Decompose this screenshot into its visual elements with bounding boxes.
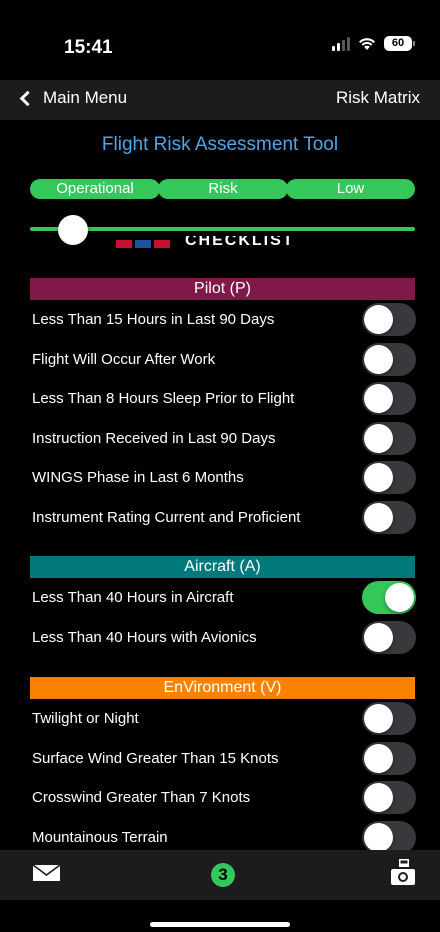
toggle-knob bbox=[364, 423, 393, 453]
toggle-switch[interactable] bbox=[362, 820, 416, 850]
toggle-row: Twilight or Night bbox=[0, 700, 440, 738]
camera-icon[interactable] bbox=[389, 857, 417, 887]
toggle-row-label: Less Than 8 Hours Sleep Prior to Flight bbox=[32, 390, 295, 407]
section-header: Pilot (P) bbox=[30, 278, 415, 300]
home-area bbox=[0, 900, 440, 932]
toggle-knob bbox=[364, 344, 393, 374]
slider-thumb[interactable] bbox=[58, 215, 88, 245]
toggle-row-label: Flight Will Occur After Work bbox=[32, 350, 216, 368]
toggle-knob bbox=[385, 583, 414, 612]
toggle-switch[interactable] bbox=[362, 702, 416, 735]
toggle-row: Surface Wind Greater Than 15 Knots bbox=[0, 740, 440, 778]
toggle-switch[interactable] bbox=[362, 421, 416, 455]
risk-label-level: Low bbox=[286, 179, 415, 199]
back-button[interactable]: Main Menu bbox=[19, 88, 128, 108]
risk-matrix-button[interactable]: Risk Matrix bbox=[336, 88, 420, 108]
status-icons: 60 bbox=[332, 36, 415, 51]
section-header: Aircraft (A) bbox=[30, 556, 415, 578]
toggle-switch[interactable] bbox=[362, 781, 416, 814]
toggle-knob bbox=[364, 622, 393, 652]
toggle-row: Less Than 40 Hours with Avionics bbox=[0, 619, 440, 657]
toggle-row-label: Instruction Received in Last 90 Days bbox=[32, 429, 276, 447]
toggle-knob bbox=[364, 305, 393, 334]
toggle-row-label: Less Than 40 Hours in Aircraft bbox=[32, 589, 234, 606]
toggle-row: Less Than 15 Hours in Last 90 Days bbox=[0, 301, 440, 339]
toggle-knob bbox=[364, 502, 393, 532]
toggle-row-label: Surface Wind Greater Than 15 Knots bbox=[32, 749, 279, 767]
toggle-row-label: WINGS Phase in Last 6 Months bbox=[32, 469, 244, 486]
risk-count-badge: 3 bbox=[211, 863, 235, 887]
chevron-left-icon bbox=[19, 90, 36, 106]
risk-label-operational: Operational bbox=[30, 179, 160, 199]
toggle-row: Flight Will Occur After Work bbox=[0, 341, 440, 379]
signal-icon bbox=[332, 36, 350, 51]
checklist-logo: CHECKLIST bbox=[116, 236, 336, 248]
toggle-switch[interactable] bbox=[362, 382, 416, 415]
toggle-knob bbox=[364, 384, 393, 413]
status-time: 15:41 bbox=[64, 37, 113, 58]
toggle-row: Instrument Rating Current and Proficient bbox=[0, 499, 440, 537]
bottom-toolbar: 3 bbox=[0, 850, 440, 900]
toggle-row-label: Less Than 40 Hours with Avionics bbox=[32, 628, 257, 646]
battery-indicator: 60 bbox=[384, 36, 415, 51]
checklist-text: CHECKLIST bbox=[185, 236, 295, 248]
back-button-label: Main Menu bbox=[43, 88, 128, 107]
toggle-row-label: Instrument Rating Current and Proficient bbox=[32, 508, 301, 526]
toggle-switch[interactable] bbox=[362, 342, 416, 376]
toggle-switch[interactable] bbox=[362, 303, 416, 336]
risk-label-risk: Risk bbox=[158, 179, 288, 199]
toggle-switch[interactable] bbox=[362, 581, 416, 614]
section-header: EnVironment (V) bbox=[30, 677, 415, 699]
status-bar: 15:41 60 bbox=[0, 0, 440, 86]
toggle-row: Less Than 8 Hours Sleep Prior to Flight bbox=[0, 380, 440, 418]
toggle-row: Instruction Received in Last 90 Days bbox=[0, 420, 440, 458]
toggle-knob bbox=[364, 822, 393, 850]
toggle-switch[interactable] bbox=[362, 461, 416, 494]
toggle-row: Mountainous Terrain bbox=[0, 819, 440, 850]
toggle-row-label: Mountainous Terrain bbox=[32, 828, 168, 846]
mail-icon[interactable] bbox=[32, 864, 61, 882]
main-content[interactable]: Flight Risk Assessment Tool Operational … bbox=[0, 120, 440, 850]
toggle-row-label: Twilight or Night bbox=[32, 710, 139, 727]
toggle-row: Less Than 40 Hours in Aircraft bbox=[0, 579, 440, 617]
toggle-knob bbox=[364, 463, 393, 492]
page-title: Flight Risk Assessment Tool bbox=[101, 134, 339, 155]
home-indicator[interactable] bbox=[150, 922, 290, 927]
risk-level-bar: Operational Risk Low bbox=[30, 179, 415, 199]
toggle-switch[interactable] bbox=[362, 500, 416, 534]
toggle-knob bbox=[364, 743, 393, 773]
toggle-switch[interactable] bbox=[362, 620, 416, 654]
toggle-knob bbox=[364, 704, 393, 733]
toggle-row: WINGS Phase in Last 6 Months bbox=[0, 459, 440, 497]
toggle-knob bbox=[364, 783, 393, 812]
navigation-bar: Main Menu Risk Matrix bbox=[0, 80, 440, 120]
toggle-switch[interactable] bbox=[362, 741, 416, 775]
toggle-row: Crosswind Greater Than 7 Knots bbox=[0, 779, 440, 817]
toggle-row-label: Crosswind Greater Than 7 Knots bbox=[32, 789, 251, 806]
wifi-icon bbox=[359, 37, 375, 50]
toggle-row-label: Less Than 15 Hours in Last 90 Days bbox=[32, 311, 275, 328]
